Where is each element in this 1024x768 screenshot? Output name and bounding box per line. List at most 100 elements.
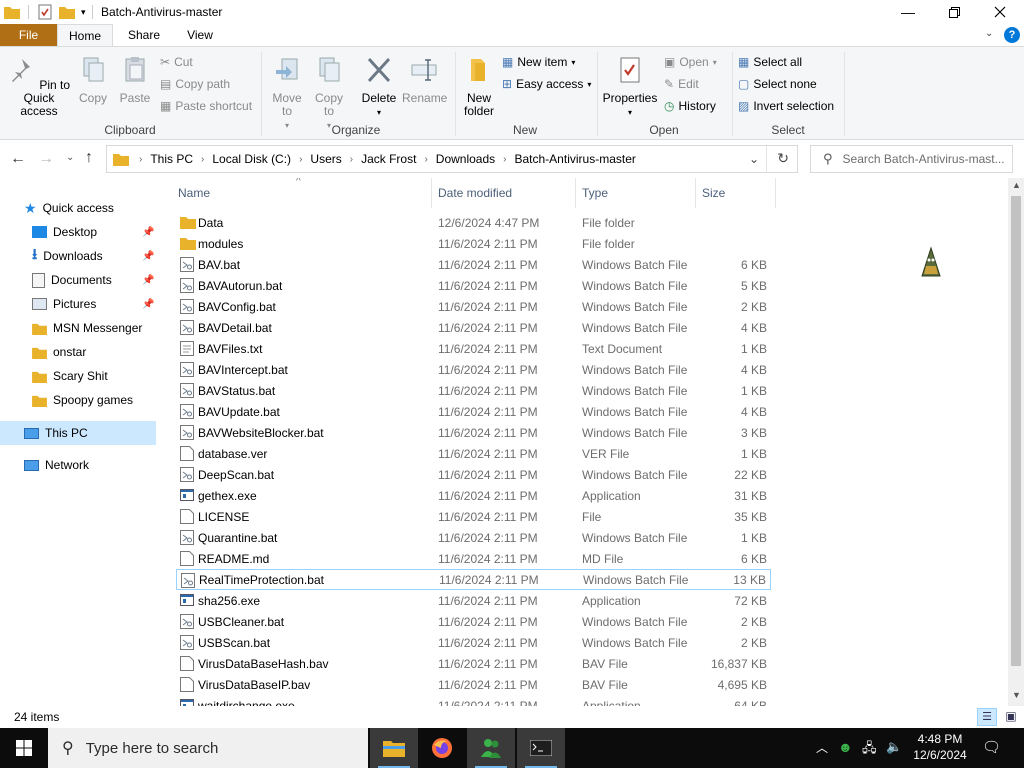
up-arrow-icon[interactable]: ↑	[85, 149, 93, 167]
scroll-down-icon[interactable]: ▼	[1012, 690, 1021, 700]
file-row[interactable]: modules 11/6/2024 2:11 PM File folder	[176, 233, 771, 254]
file-row[interactable]: BAVConfig.bat 11/6/2024 2:11 PM Windows Ba…	[176, 296, 771, 317]
new-folder-button[interactable]: New folder	[460, 55, 498, 118]
network-tray-icon[interactable]: 🖧	[862, 739, 877, 761]
back-arrow-icon[interactable]: ←	[10, 150, 26, 168]
address-bar[interactable]: › This PC › Local Disk (C:) › Users › Ja…	[106, 145, 798, 173]
forward-arrow-icon[interactable]: →	[38, 150, 54, 168]
select-all-button[interactable]: ▦ Select all	[738, 52, 802, 72]
new-item-button[interactable]: ▦ New item ▾	[502, 52, 575, 72]
tab-share[interactable]: Share	[120, 24, 168, 46]
file-row[interactable]: LICENSE 11/6/2024 2:11 PM File 35 KB	[176, 506, 771, 527]
breadcrumb-current[interactable]: Batch-Antivirus-master	[515, 152, 636, 166]
column-header-date[interactable]: Date modified	[432, 178, 576, 208]
scroll-thumb[interactable]	[1011, 196, 1021, 666]
file-row[interactable]: BAV.bat 11/6/2024 2:11 PM Windows Batch Fi…	[176, 254, 771, 275]
refresh-icon[interactable]: ↻	[777, 150, 789, 167]
nav-item-pictures[interactable]: Pictures 📌	[0, 292, 156, 316]
scroll-up-icon[interactable]: ▲	[1012, 180, 1021, 190]
taskbar-file-explorer[interactable]	[370, 728, 418, 768]
address-dropdown-icon[interactable]: ⌄	[749, 152, 759, 166]
file-row[interactable]: BAVStatus.bat 11/6/2024 2:11 PM Windows Ba…	[176, 380, 771, 401]
customize-chevron-icon[interactable]: ▾	[81, 7, 86, 18]
file-row[interactable]: VirusDataBaseIP.bav 11/6/2024 2:11 PM BAV …	[176, 674, 771, 695]
breadcrumb-local-disk[interactable]: Local Disk (C:)	[212, 152, 291, 166]
breadcrumb-this-pc[interactable]: This PC	[150, 152, 193, 166]
file-row[interactable]: README.md 11/6/2024 2:11 PM MD File 6 KB	[176, 548, 771, 569]
taskbar-terminal[interactable]	[517, 728, 565, 768]
start-button[interactable]	[0, 728, 48, 768]
nav-this-pc[interactable]: This PC	[0, 421, 156, 445]
tab-file[interactable]: File	[0, 24, 57, 46]
move-to-button[interactable]: Move to ▾	[268, 55, 306, 132]
column-header-type[interactable]: Type	[576, 178, 696, 208]
file-row[interactable]: VirusDataBaseHash.bav 11/6/2024 2:11 PM BA…	[176, 653, 771, 674]
select-none-button[interactable]: ▢ Select none	[738, 74, 817, 94]
close-button[interactable]	[977, 0, 1023, 24]
file-row[interactable]: waitdirchange.exe 11/6/2024 2:11 PM Applic…	[176, 695, 771, 706]
expand-ribbon-icon[interactable]: ⌄	[985, 28, 993, 39]
file-row[interactable]: BAVIntercept.bat 11/6/2024 2:11 PM Windows…	[176, 359, 771, 380]
invert-selection-button[interactable]: ▨ Invert selection	[738, 96, 834, 116]
volume-icon[interactable]: 🔈	[886, 739, 902, 755]
vertical-scrollbar[interactable]: ▲ ▼	[1008, 178, 1024, 706]
file-row[interactable]: BAVWebsiteBlocker.bat 11/6/2024 2:11 PM Wi…	[176, 422, 771, 443]
rename-button[interactable]: Rename	[402, 55, 447, 105]
nav-item-scary-shit[interactable]: Scary Shit	[0, 364, 156, 388]
paste-button[interactable]: Paste	[116, 55, 154, 105]
breadcrumb-user[interactable]: Jack Frost	[361, 152, 416, 166]
delete-button[interactable]: Delete ▾	[358, 55, 400, 119]
nav-item-spoopy-games[interactable]: Spoopy games	[0, 388, 156, 412]
open-button[interactable]: ▣ Open ▾	[664, 52, 717, 72]
copy-path-button[interactable]: ▤ Copy path	[160, 74, 230, 94]
notifications-icon[interactable]: 🗨	[982, 738, 1001, 756]
taskbar-search[interactable]: ⚲ Type here to search	[48, 728, 368, 768]
help-icon[interactable]: ?	[1004, 27, 1020, 43]
breadcrumb-users[interactable]: Users	[310, 152, 341, 166]
easy-access-button[interactable]: ⊞ Easy access ▾	[502, 74, 591, 94]
tab-home[interactable]: Home	[57, 24, 113, 47]
taskbar-msn-messenger[interactable]	[467, 728, 515, 768]
search-box[interactable]: ⚲ Search Batch-Antivirus-mast...	[810, 145, 1013, 173]
properties-icon[interactable]	[37, 4, 53, 20]
large-icons-view-icon[interactable]: ▣	[1001, 708, 1021, 726]
pin-quick-access-button[interactable]: Pin to Quick access	[4, 55, 74, 118]
file-row[interactable]: USBScan.bat 11/6/2024 2:11 PM Windows Batc…	[176, 632, 771, 653]
edit-button[interactable]: ✎ Edit	[664, 74, 699, 94]
maximize-button[interactable]	[931, 0, 977, 24]
file-row[interactable]: USBCleaner.bat 11/6/2024 2:11 PM Windows B…	[176, 611, 771, 632]
file-row[interactable]: BAVFiles.txt 11/6/2024 2:11 PM Text Docume…	[176, 338, 771, 359]
file-row[interactable]: BAVUpdate.bat 11/6/2024 2:11 PM Windows Ba…	[176, 401, 771, 422]
nav-item-downloads[interactable]: ⭳ Downloads 📌	[0, 244, 156, 268]
msn-tray-icon[interactable]: ☻	[838, 739, 853, 755]
show-hidden-icons-icon[interactable]: ︿	[816, 739, 828, 756]
properties-button[interactable]: Properties ▾	[602, 55, 658, 119]
tab-view[interactable]: View	[176, 24, 224, 46]
minimize-button[interactable]: —	[885, 0, 931, 24]
breadcrumb-downloads[interactable]: Downloads	[436, 152, 495, 166]
nav-network[interactable]: Network	[0, 453, 156, 477]
history-button[interactable]: ◷ History	[664, 96, 716, 116]
new-folder-icon[interactable]	[59, 5, 75, 19]
file-row[interactable]: Quarantine.bat 11/6/2024 2:11 PM Windows B…	[176, 527, 771, 548]
nav-quick-access[interactable]: ★ Quick access	[0, 196, 156, 220]
cut-button[interactable]: ✂ Cut	[160, 52, 193, 72]
taskbar-firefox[interactable]	[418, 728, 466, 768]
column-header-size[interactable]: Size	[696, 178, 776, 208]
paste-shortcut-button[interactable]: ▦ Paste shortcut	[160, 96, 252, 116]
desktop-buddy-icon[interactable]	[918, 246, 944, 278]
nav-item-documents[interactable]: Documents 📌	[0, 268, 156, 292]
nav-item-onstar[interactable]: onstar	[0, 340, 156, 364]
nav-item-msn-messenger[interactable]: MSN Messenger	[0, 316, 156, 340]
file-row[interactable]: gethex.exe 11/6/2024 2:11 PM Application 31…	[176, 485, 771, 506]
file-row[interactable]: RealTimeProtection.bat 11/6/2024 2:11 PM W…	[176, 569, 771, 590]
nav-item-desktop[interactable]: Desktop 📌	[0, 220, 156, 244]
taskbar-clock[interactable]: 4:48 PM 12/6/2024	[908, 731, 972, 763]
file-row[interactable]: Data 12/6/2024 4:47 PM File folder	[176, 212, 771, 233]
details-view-icon[interactable]: ☰	[977, 708, 997, 726]
file-row[interactable]: BAVDetail.bat 11/6/2024 2:11 PM Windows Ba…	[176, 317, 771, 338]
column-header-name[interactable]: Name	[176, 178, 432, 208]
file-row[interactable]: database.ver 11/6/2024 2:11 PM VER File 1 K…	[176, 443, 771, 464]
file-row[interactable]: BAVAutorun.bat 11/6/2024 2:11 PM Windows B…	[176, 275, 771, 296]
file-row[interactable]: DeepScan.bat 11/6/2024 2:11 PM Windows Bat…	[176, 464, 771, 485]
